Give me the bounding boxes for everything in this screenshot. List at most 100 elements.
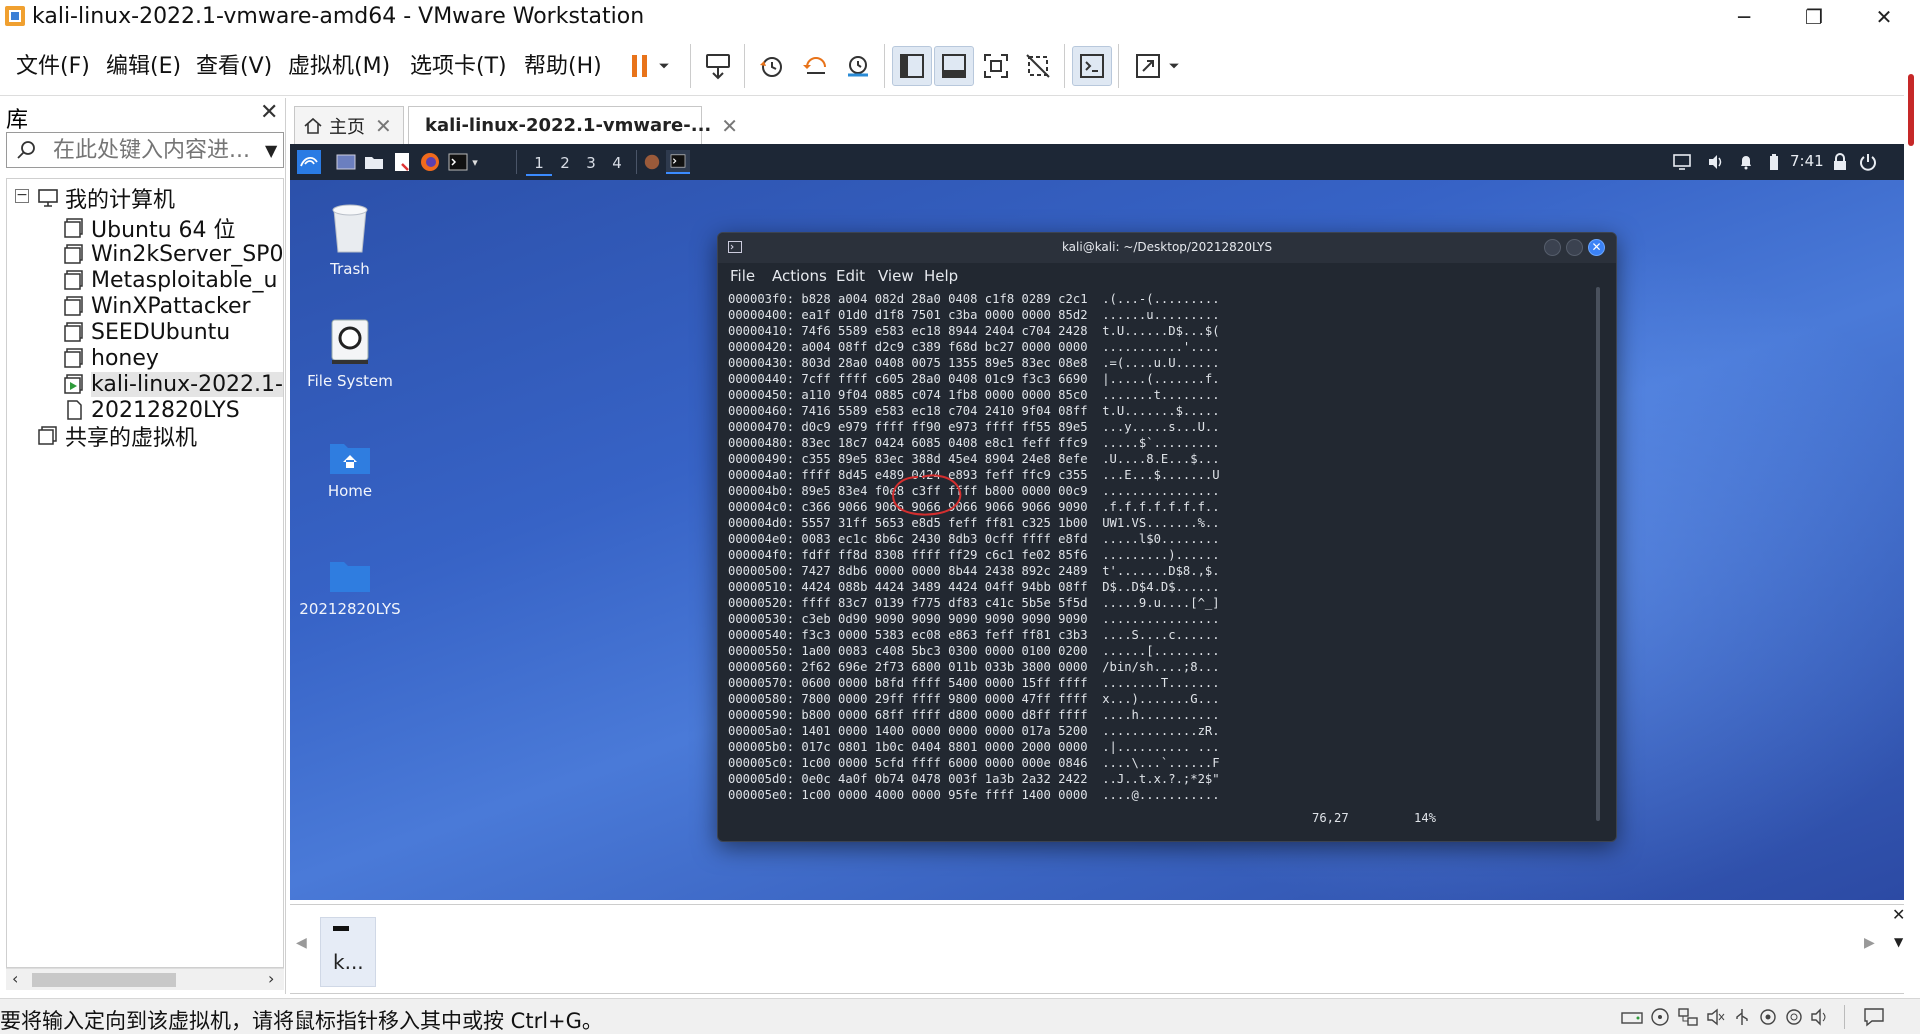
vm-display[interactable]: ▾ 1 2 3 4 7:41 Trash File System Home 20… [290,144,1904,900]
library-horizontal-scrollbar[interactable]: ‹ › [6,968,284,990]
menu-edit[interactable]: 编辑(E) [106,48,181,80]
desktop-icon-trash[interactable]: Trash [290,202,410,278]
menu-help[interactable]: 帮助(H) [524,48,602,80]
firefox-launcher[interactable] [418,150,442,174]
menu-tabs[interactable]: 选项卡(T) [410,48,507,80]
firefox-icon [644,154,660,170]
show-library-button[interactable] [892,46,932,86]
hex-dump-line: 000004e0: 0083 ec1c 8b6c 2430 8db3 0cff … [728,532,1220,546]
tab-close-icon[interactable]: ✕ [721,114,738,138]
tree-my-computer[interactable]: 我的计算机 [37,183,175,213]
library-tree: − 我的计算机 Ubuntu 64 位 Win2kServer_SP0 Meta… [6,178,284,968]
workspace-1[interactable]: 1 [526,150,552,176]
terminal-titlebar[interactable]: kali@kali: ~/Desktop/20212820LYS ✕ [718,233,1616,263]
tree-shared-vms[interactable]: 共享的虚拟机 [37,421,197,451]
terminal-menu-view[interactable]: View [878,267,914,285]
display-tray-icon[interactable] [1670,150,1694,174]
terminal-menu-edit[interactable]: Edit [836,267,865,285]
unity-button[interactable] [1018,46,1058,86]
terminal-minimize-button[interactable] [1544,239,1561,256]
panel-clock[interactable]: 7:41 [1790,152,1824,170]
file-manager-launcher[interactable] [362,150,386,174]
search-dropdown-icon[interactable]: ▼ [265,141,277,160]
send-ctrl-alt-del-button[interactable] [698,46,738,86]
vm-thumbnail-kali[interactable]: k... [320,917,376,987]
restore-button[interactable]: ❐ [1782,0,1846,34]
printer-status[interactable] [1756,1005,1780,1029]
fullscreen-icon [984,54,1008,78]
show-thumbnails-button[interactable] [934,46,974,86]
terminal-window[interactable]: kali@kali: ~/Desktop/20212820LYS ✕ File … [717,232,1617,842]
menu-file[interactable]: 文件(F) [16,48,90,80]
network-status[interactable] [1676,1005,1700,1029]
thumb-scroll-right-icon[interactable]: ▶ [1864,935,1875,951]
display-status[interactable] [1782,1005,1806,1029]
logout-button[interactable] [1856,150,1880,174]
scroll-left-icon[interactable]: ‹ [12,969,18,988]
terminal-icon [448,153,468,171]
battery-tray-icon[interactable] [1762,150,1786,174]
terminal-maximize-button[interactable] [1566,239,1583,256]
collapse-icon[interactable]: − [15,188,29,203]
pause-dropdown[interactable] [652,46,676,86]
hard-disk-status[interactable] [1620,1005,1644,1029]
terminal-menu-file[interactable]: File [730,267,755,285]
lock-screen-button[interactable] [1828,150,1852,174]
snapshot-manager-button[interactable] [838,46,878,86]
scrollbar-thumb[interactable] [1908,74,1914,146]
desktop-icon-filesystem[interactable]: File System [290,318,410,390]
full-screen-button[interactable] [976,46,1016,86]
message-log-button[interactable] [1862,1005,1886,1029]
terminal-menu-actions[interactable]: Actions [772,267,827,285]
library-search-input[interactable] [53,135,253,165]
thumbnail-menu-icon[interactable]: ▼ [1894,935,1903,949]
workspace-3[interactable]: 3 [578,150,604,176]
library-search[interactable]: ▼ [6,132,284,168]
taskbar-firefox[interactable] [640,150,664,174]
vm-running-icon [64,374,83,394]
scroll-right-icon[interactable]: › [268,969,274,988]
close-button[interactable]: ✕ [1852,0,1916,34]
desktop-icon-folder-20212820lys[interactable]: 20212820LYS [290,558,410,618]
launcher-dropdown-icon[interactable]: ▾ [468,150,482,174]
scrollbar-thumb[interactable] [32,973,176,987]
show-desktop-button[interactable] [334,150,358,174]
monitor-icon [1673,154,1691,170]
kali-menu-button[interactable] [294,150,324,174]
menu-view[interactable]: 查看(V) [196,48,272,80]
terminal-menu-help[interactable]: Help [924,267,958,285]
terminal-scrollbar[interactable] [1596,287,1600,821]
workspace-2[interactable]: 2 [552,150,578,176]
firefox-icon [421,153,439,171]
panel-separator [516,150,517,174]
sidebar-layout-icon [900,54,924,78]
library-panel: 库 ✕ ▼ − 我的计算机 Ubuntu 64 位 Win2kServer_SP… [0,98,286,994]
sound-status[interactable] [1704,1005,1728,1029]
snapshot-button[interactable] [752,46,792,86]
volume-tray-icon[interactable] [1704,150,1728,174]
usb-status[interactable] [1730,1005,1754,1029]
desktop-icon-home[interactable]: Home [290,440,410,500]
revert-snapshot-button[interactable] [796,46,836,86]
file-icon [67,400,82,420]
terminal-close-button[interactable]: ✕ [1588,239,1605,256]
window-scrollbar[interactable] [1904,74,1920,994]
tab-kali[interactable]: kali-linux-2022.1-vmware-... ✕ [408,106,738,144]
console-view-button[interactable] [1072,46,1112,86]
audio-input-status[interactable] [1808,1005,1832,1029]
minimize-button[interactable]: ─ [1712,0,1776,34]
cd-status[interactable] [1648,1005,1672,1029]
hex-dump-output[interactable]: 000003f0: b828 a004 082d 28a0 0408 c1f8 … [728,291,1588,803]
tab-home[interactable]: 主页 ✕ [294,106,404,144]
workspace-4[interactable]: 4 [604,150,630,176]
stretch-dropdown[interactable] [1162,46,1186,86]
notifications-tray-icon[interactable] [1734,150,1758,174]
menu-vm[interactable]: 虚拟机(M) [288,48,390,80]
speaker-icon [1707,1008,1725,1026]
text-editor-launcher[interactable] [390,150,414,174]
tab-close-icon[interactable]: ✕ [375,114,392,138]
library-close-button[interactable]: ✕ [260,100,278,125]
taskbar-terminal[interactable] [666,150,690,174]
terminal-launcher[interactable] [446,150,470,174]
thumb-scroll-left-icon[interactable]: ◀ [296,935,307,951]
